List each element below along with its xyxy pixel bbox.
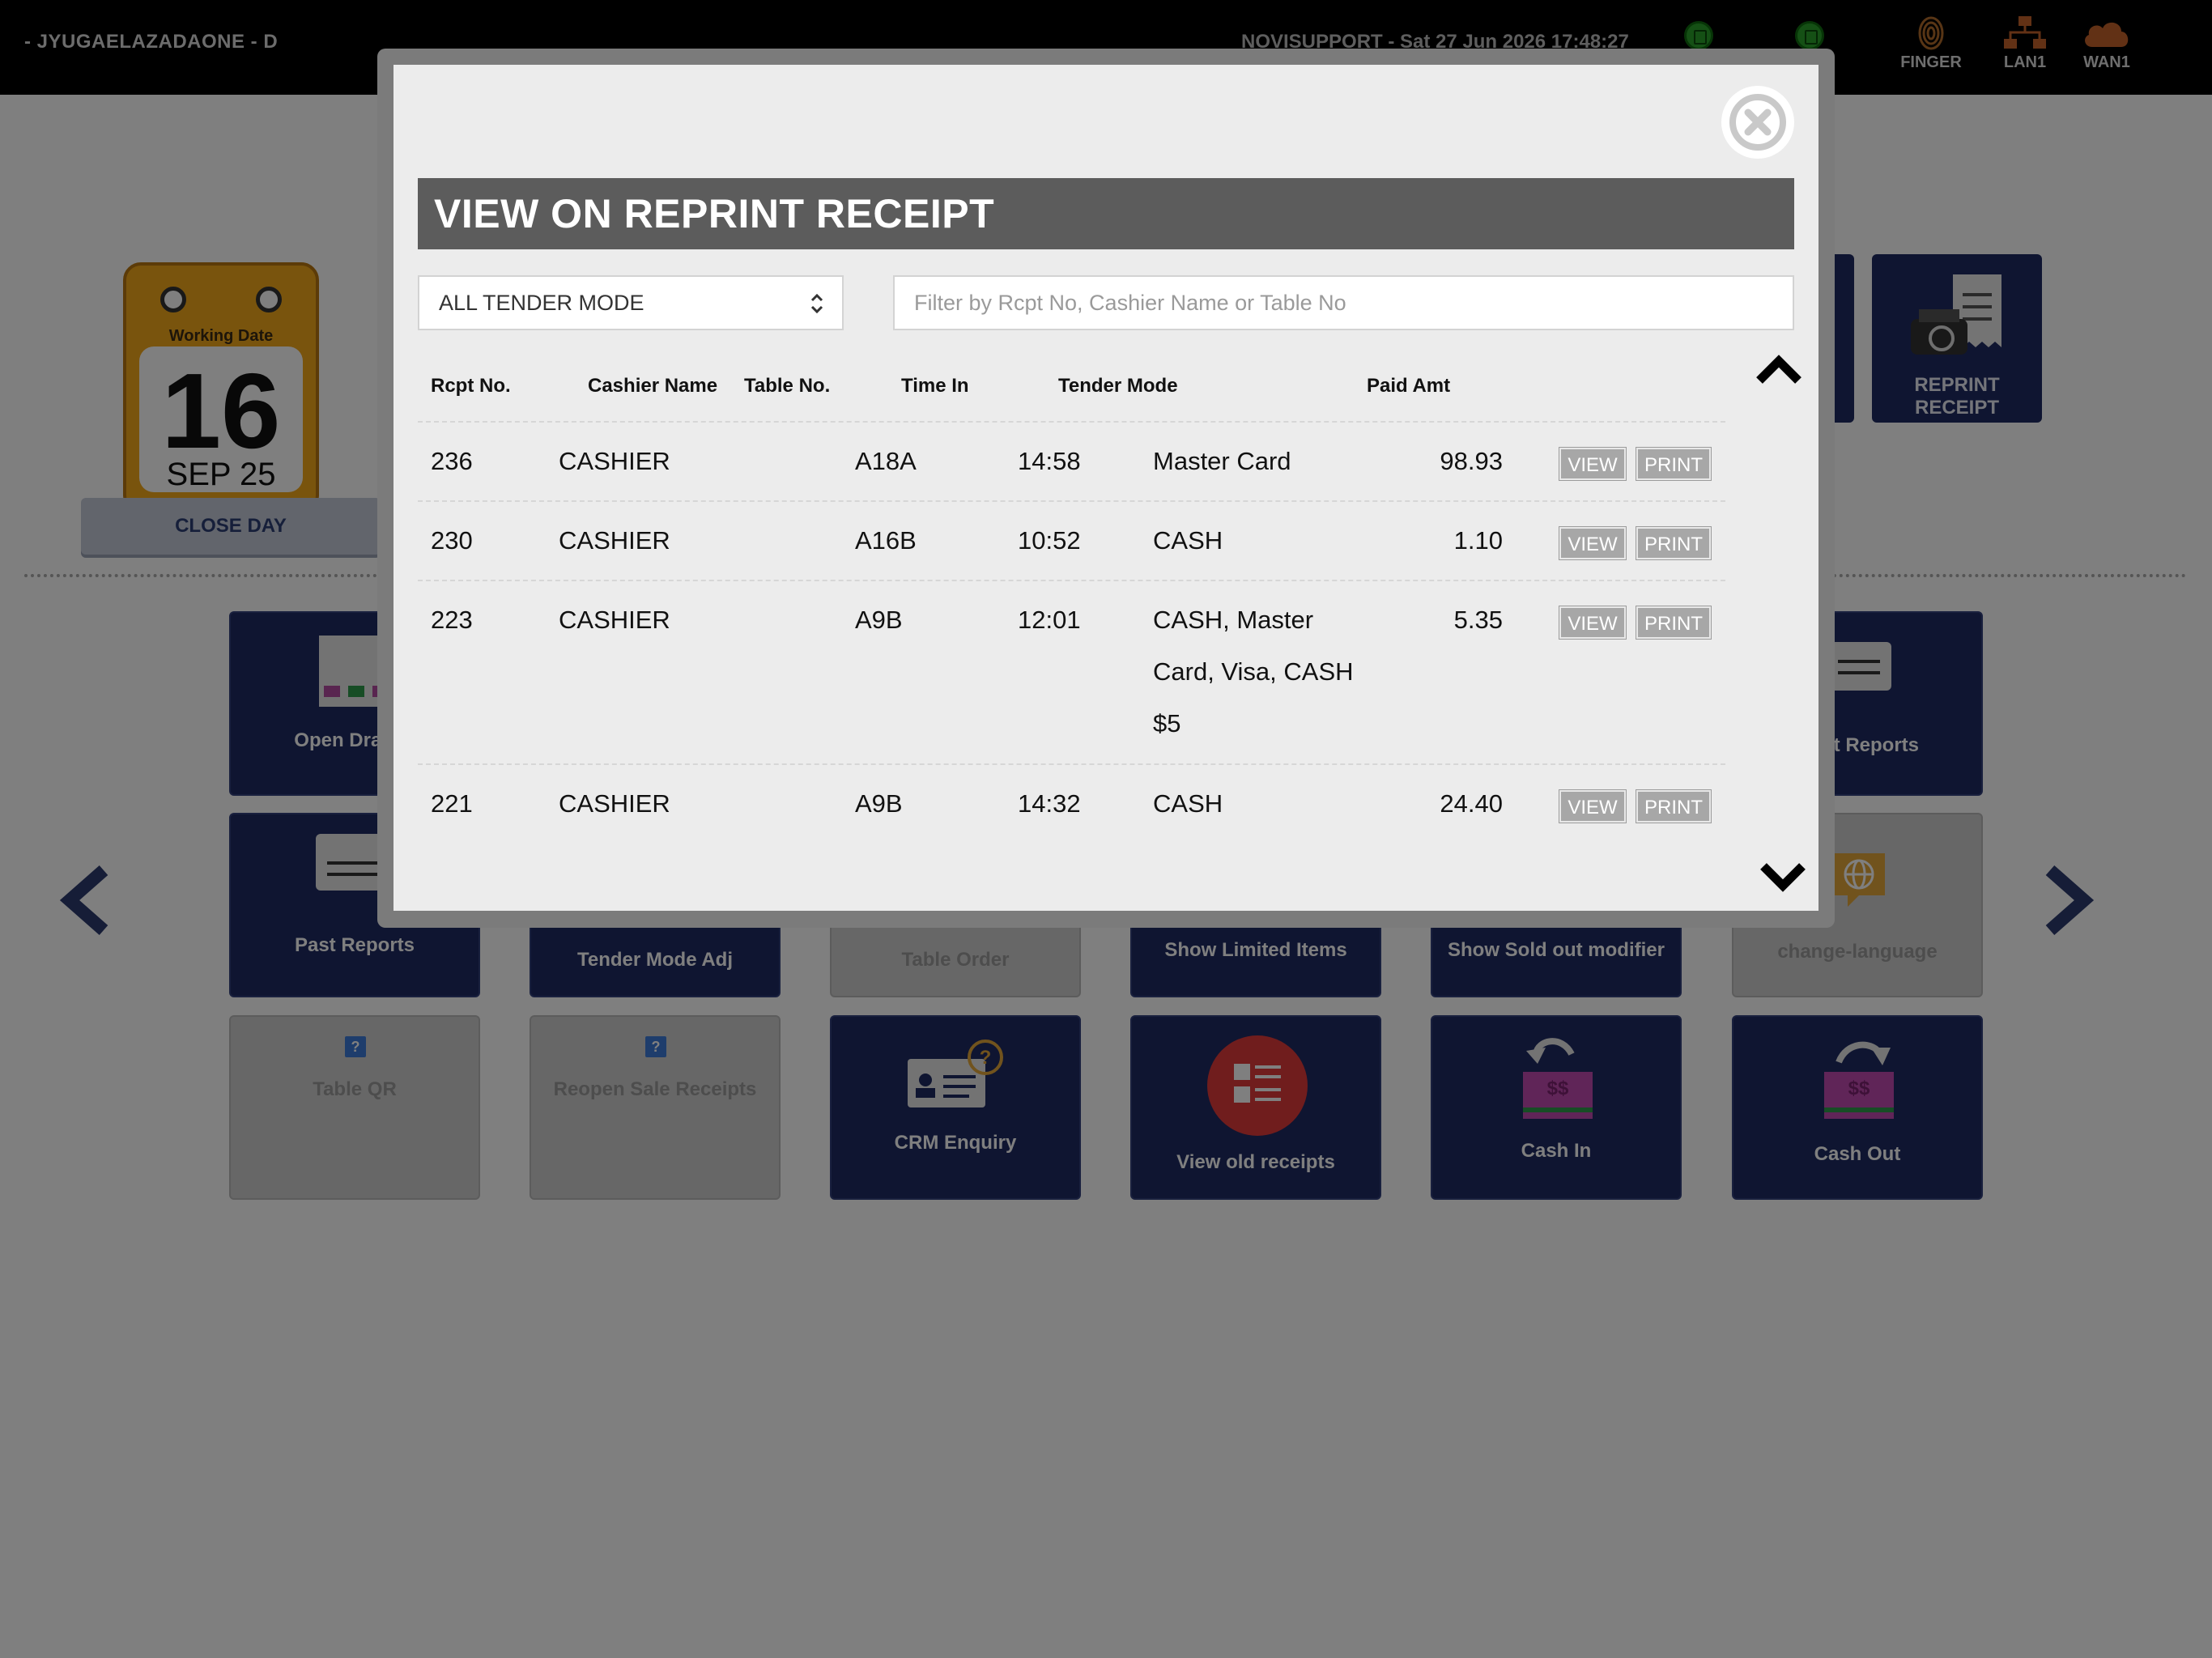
paid-amt: 1.10 — [1453, 526, 1503, 555]
tender-mode: CASH — [1153, 526, 1223, 555]
row-divider — [418, 580, 1725, 581]
row-divider — [418, 500, 1725, 502]
cashier-name: CASHIER — [559, 606, 670, 634]
col-header-paid-amt: Paid Amt — [1367, 375, 1451, 397]
view-button[interactable]: VIEW — [1559, 448, 1626, 480]
tender-mode: Master Card — [1153, 447, 1291, 475]
close-icon — [1729, 94, 1786, 151]
paid-amt: 5.35 — [1453, 606, 1503, 634]
view-button[interactable]: VIEW — [1559, 790, 1626, 823]
time-in: 10:52 — [1018, 526, 1081, 555]
table-no: A9B — [855, 789, 903, 818]
paid-amt: 98.93 — [1440, 447, 1503, 475]
tender-mode-line: CASH, Master — [1153, 606, 1314, 634]
col-header-time-in: Time In — [901, 375, 969, 397]
rcpt-no: 221 — [431, 789, 473, 818]
table-no: A9B — [855, 606, 903, 634]
print-button[interactable]: PRINT — [1636, 790, 1711, 823]
modal-title: VIEW ON REPRINT RECEIPT — [418, 178, 1794, 249]
table-no: A18A — [855, 447, 917, 475]
close-modal-button[interactable] — [1721, 86, 1794, 159]
scroll-up-icon[interactable] — [1753, 350, 1805, 389]
chevron-updown-icon — [810, 277, 824, 329]
cashier-name: CASHIER — [559, 789, 670, 818]
col-header-cashier-name: Cashier Name — [588, 375, 718, 397]
col-header-tender-mode: Tender Mode — [1058, 375, 1178, 397]
cashier-name: CASHIER — [559, 526, 670, 555]
tender-mode-line: Card, Visa, CASH — [1153, 657, 1354, 686]
tender-mode-select[interactable]: ALL TENDER MODE — [418, 275, 844, 330]
paid-amt: 24.40 — [1440, 789, 1503, 818]
row-divider — [418, 763, 1725, 765]
receipt-filter-input[interactable] — [893, 275, 1794, 330]
cashier-name: CASHIER — [559, 447, 670, 475]
tender-mode-select-value: ALL TENDER MODE — [439, 291, 644, 315]
col-header-table-no: Table No. — [744, 375, 831, 397]
print-button[interactable]: PRINT — [1636, 606, 1711, 639]
time-in: 12:01 — [1018, 606, 1081, 634]
scroll-down-icon[interactable] — [1757, 858, 1809, 897]
rcpt-no: 223 — [431, 606, 473, 634]
col-header-rcpt-no: Rcpt No. — [431, 375, 511, 397]
view-button[interactable]: VIEW — [1559, 527, 1626, 559]
rcpt-no: 230 — [431, 526, 473, 555]
time-in: 14:32 — [1018, 789, 1081, 818]
time-in: 14:58 — [1018, 447, 1081, 475]
view-button[interactable]: VIEW — [1559, 606, 1626, 639]
row-divider — [418, 421, 1725, 423]
print-button[interactable]: PRINT — [1636, 448, 1711, 480]
rcpt-no: 236 — [431, 447, 473, 475]
print-button[interactable]: PRINT — [1636, 527, 1711, 559]
table-no: A16B — [855, 526, 917, 555]
tender-mode: CASH — [1153, 789, 1223, 818]
tender-mode-line: $5 — [1153, 709, 1181, 738]
